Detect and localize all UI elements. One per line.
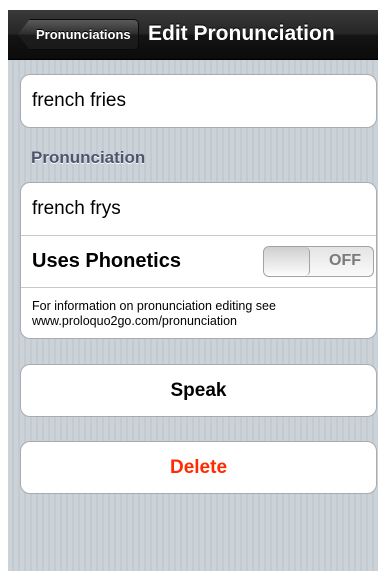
pronunciation-field-value: french frys [32,198,121,219]
uses-phonetics-row: Uses Phonetics OFF [21,235,376,287]
section-header-pronunciation: Pronunciation [31,148,146,167]
pronunciation-group: french frys Uses Phonetics OFF For infor… [20,182,377,339]
delete-group: Delete [20,441,377,494]
pronunciation-info-line-1: For information on pronunciation editing… [32,299,276,313]
speak-button[interactable]: Speak [21,365,376,416]
toggle-state-label: OFF [329,252,361,269]
pronunciation-info-row: For information on pronunciation editing… [21,287,376,338]
pronunciation-field[interactable]: french frys [21,183,376,235]
pronunciation-info-link[interactable]: www.proloquo2go.com/pronunciation [32,314,276,329]
speak-group: Speak [20,364,377,417]
back-button-label: Pronunciations [36,27,131,42]
word-group: french fries [20,74,377,128]
delete-button[interactable]: Delete [21,442,376,493]
word-field[interactable]: french fries [21,75,376,127]
word-field-value: french fries [32,90,126,111]
toggle-knob [264,247,310,276]
navigation-bar: Pronunciations Edit Pronunciation [8,10,378,60]
uses-phonetics-toggle[interactable]: OFF [263,246,374,277]
back-button[interactable]: Pronunciations [18,19,139,50]
page-title: Edit Pronunciation [148,22,335,45]
pronunciation-info-text: For information on pronunciation editing… [32,297,276,329]
uses-phonetics-label: Uses Phonetics [32,250,181,272]
screen: Pronunciations Edit Pronunciation french… [8,10,378,571]
